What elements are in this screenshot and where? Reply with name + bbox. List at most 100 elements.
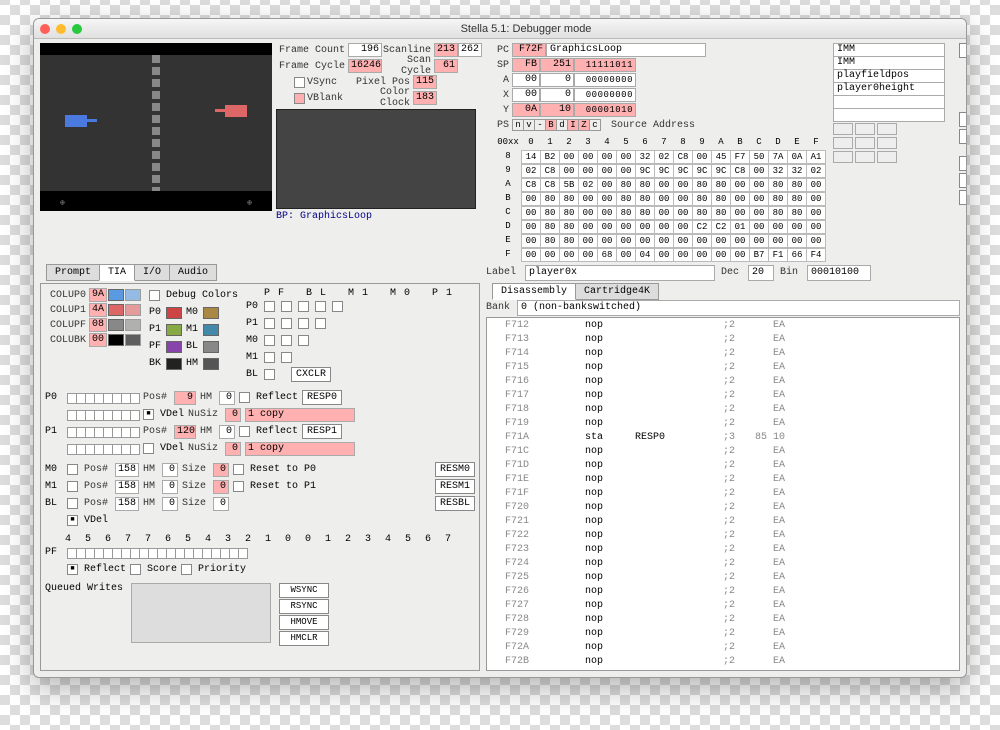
p1-swatch[interactable]: [166, 324, 182, 336]
scan-cycle-value[interactable]: 61: [434, 59, 458, 73]
tab-disassembly[interactable]: Disassembly: [492, 283, 576, 300]
hex-cell[interactable]: A1: [806, 150, 826, 164]
hex-cell[interactable]: 00: [616, 220, 636, 234]
hex-cell[interactable]: 00: [711, 248, 731, 262]
cx-p1-m1[interactable]: [298, 318, 309, 329]
disasm-row[interactable]: F71Dnop;2EA: [487, 458, 959, 472]
hex-cell[interactable]: 00: [787, 220, 807, 234]
cx-bl-pf[interactable]: [264, 369, 275, 380]
m0-reset-checkbox[interactable]: [233, 464, 244, 475]
hex-cell[interactable]: 00: [654, 192, 674, 206]
hex-cell[interactable]: 80: [635, 192, 655, 206]
addr-btn[interactable]: [833, 123, 853, 135]
hex-cell[interactable]: 00: [597, 220, 617, 234]
disasm-row[interactable]: F71Enop;2EA: [487, 472, 959, 486]
hex-cell[interactable]: 00: [597, 206, 617, 220]
hex-cell[interactable]: 00: [578, 234, 598, 248]
hex-cell[interactable]: B2: [540, 150, 560, 164]
frame-count-value[interactable]: 196: [348, 43, 382, 57]
a-hex[interactable]: 00: [512, 73, 540, 87]
p1-pos[interactable]: 120: [174, 425, 196, 439]
hex-cell[interactable]: 45: [711, 150, 731, 164]
hex-cell[interactable]: 80: [635, 178, 655, 192]
pixel-pos-value[interactable]: 115: [413, 75, 437, 89]
hex-cell[interactable]: F4: [806, 248, 826, 262]
disasm-row[interactable]: F71AstaRESP0;385 10: [487, 430, 959, 444]
minimize-icon[interactable]: [56, 24, 66, 34]
hex-cell[interactable]: 00: [730, 178, 750, 192]
m0-enable[interactable]: [67, 464, 78, 475]
hex-cell[interactable]: 00: [616, 248, 636, 262]
hex-cell[interactable]: 00: [673, 206, 693, 220]
tab-prompt[interactable]: Prompt: [46, 264, 100, 281]
hex-cell[interactable]: 00: [559, 150, 579, 164]
reset-button[interactable]: Reset: [959, 190, 967, 205]
stack-item[interactable]: IMM: [833, 43, 945, 57]
hex-cell[interactable]: F7: [730, 150, 750, 164]
p1-copy[interactable]: 1 copy: [245, 442, 355, 456]
sp-hex[interactable]: FB: [512, 58, 540, 72]
hex-cell[interactable]: 9C: [654, 164, 674, 178]
m0-size[interactable]: 0: [213, 463, 229, 477]
hex-cell[interactable]: 00: [673, 178, 693, 192]
hex-cell[interactable]: 00: [654, 234, 674, 248]
hex-cell[interactable]: 7A: [768, 150, 788, 164]
p0-nusiz[interactable]: 0: [225, 408, 241, 422]
disasm-row[interactable]: F716nop;2EA: [487, 374, 959, 388]
x-dec[interactable]: 0: [540, 88, 574, 102]
bl-swatch[interactable]: [203, 341, 219, 353]
hex-cell[interactable]: 00: [749, 206, 769, 220]
hex-cell[interactable]: 80: [787, 192, 807, 206]
hex-cell[interactable]: 80: [616, 206, 636, 220]
cx-m0-bl[interactable]: [281, 335, 292, 346]
x-bin[interactable]: 00000000: [574, 88, 636, 102]
maximize-icon[interactable]: [72, 24, 82, 34]
hex-cell[interactable]: 32: [768, 164, 788, 178]
stack-item[interactable]: [833, 95, 945, 109]
debug-colors-checkbox[interactable]: [149, 290, 160, 301]
queued-writes-list[interactable]: [131, 583, 271, 643]
rsync-button[interactable]: RSYNC: [279, 599, 329, 614]
hex-cell[interactable]: 02: [806, 164, 826, 178]
hex-cell[interactable]: B7: [749, 248, 769, 262]
hex-cell[interactable]: 14: [521, 150, 541, 164]
tab-io[interactable]: I/O: [134, 264, 170, 281]
hex-cell[interactable]: 00: [597, 164, 617, 178]
disasm-row[interactable]: F721nop;2EA: [487, 514, 959, 528]
m1-hm[interactable]: 0: [162, 480, 178, 494]
stack-item[interactable]: [833, 108, 945, 122]
tab-audio[interactable]: Audio: [169, 264, 217, 281]
cx-p1-m0[interactable]: [315, 318, 326, 329]
pf-grid[interactable]: [67, 548, 247, 558]
m1-size[interactable]: 0: [213, 480, 229, 494]
hex-cell[interactable]: 00: [521, 234, 541, 248]
addr-btn[interactable]: [855, 123, 875, 135]
hex-cell[interactable]: 00: [806, 192, 826, 206]
hex-cell[interactable]: 9C: [692, 164, 712, 178]
cx-p0-pf[interactable]: [264, 301, 275, 312]
hex-cell[interactable]: 80: [616, 192, 636, 206]
disassembly-list[interactable]: F712nop;2EAF713nop;2EAF714nop;2EAF715nop…: [486, 317, 960, 671]
hex-cell[interactable]: 00: [730, 234, 750, 248]
hex-cell[interactable]: 00: [616, 150, 636, 164]
p1-vdel-checkbox[interactable]: [143, 443, 154, 454]
hex-cell[interactable]: 00: [730, 248, 750, 262]
hex-cell[interactable]: C2: [711, 220, 731, 234]
disasm-row[interactable]: F718nop;2EA: [487, 402, 959, 416]
addr-btn[interactable]: [833, 137, 853, 149]
p1-hm[interactable]: 0: [219, 425, 235, 439]
p1-nusiz[interactable]: 0: [225, 442, 241, 456]
hex-cell[interactable]: 00: [749, 164, 769, 178]
y-dec[interactable]: 10: [540, 103, 574, 117]
hex-cell[interactable]: 00: [806, 178, 826, 192]
p0-hm[interactable]: 0: [219, 391, 235, 405]
disasm-row[interactable]: F715nop;2EA: [487, 360, 959, 374]
addr-btn[interactable]: [833, 151, 853, 163]
hex-cell[interactable]: 00: [673, 234, 693, 248]
hex-cell[interactable]: 00: [692, 234, 712, 248]
p0-pos[interactable]: 9: [174, 391, 196, 405]
hex-cell[interactable]: C8: [730, 164, 750, 178]
hex-cell[interactable]: 80: [692, 178, 712, 192]
cx-m0-pf[interactable]: [264, 335, 275, 346]
hex-cell[interactable]: 00: [749, 178, 769, 192]
